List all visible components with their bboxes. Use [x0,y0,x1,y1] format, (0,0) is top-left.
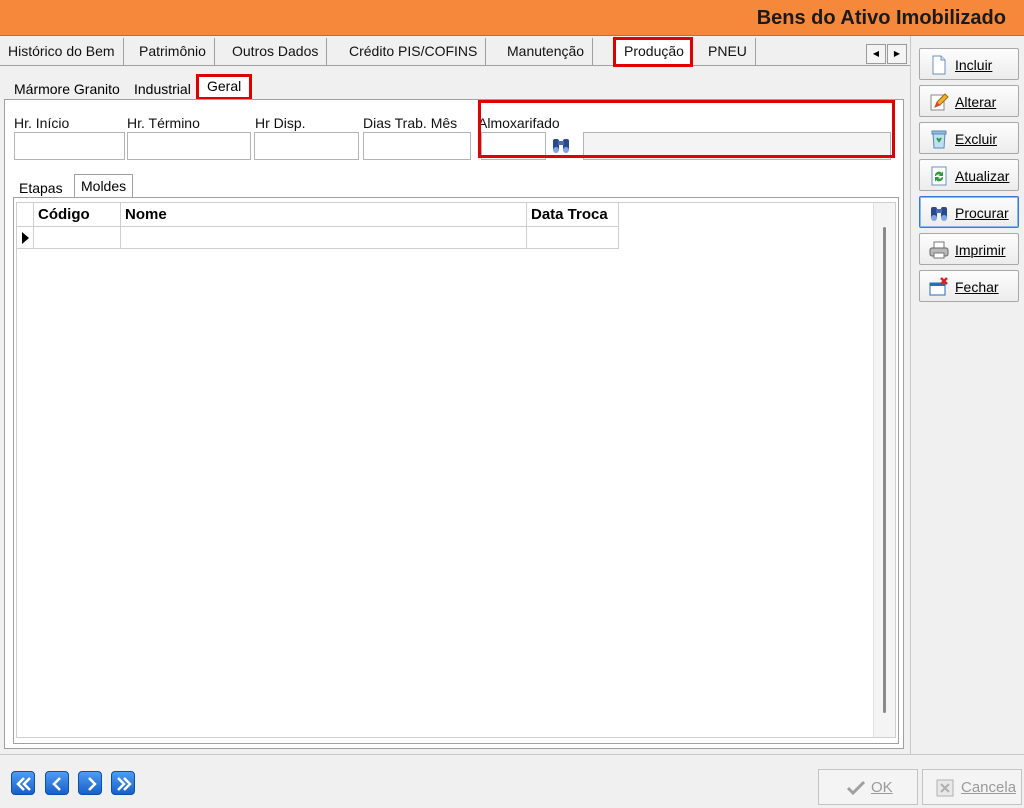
tab-industrial[interactable]: Industrial [128,78,197,100]
tab-moldes[interactable]: Moldes [74,174,134,198]
fechar-button[interactable]: Fechar [919,270,1019,302]
tab-manutencao[interactable]: Manutenção [499,38,594,66]
tab-etapas[interactable]: Etapas [13,177,69,198]
tab-geral[interactable]: Geral [196,74,253,100]
almoxarifado-highlight [478,100,895,158]
grid-scroll-thumb[interactable] [883,227,886,713]
imprimir-button[interactable]: Imprimir [919,233,1019,265]
cancel-icon [936,779,954,797]
geral-tab-strip: Etapas Moldes [13,174,893,198]
tab-historico-do-bem[interactable]: Histórico do Bem [0,38,124,66]
printer-icon [929,240,949,260]
incluir-button[interactable]: Incluir [919,48,1019,80]
moldes-grid[interactable]: Código Nome Data Troca [16,202,896,738]
new-document-icon [929,55,949,75]
grid-header-codigo[interactable]: Código [34,203,121,227]
excluir-button[interactable]: Excluir [919,122,1019,154]
fechar-label: Fechar [955,279,999,295]
ok-label: OK [871,779,893,796]
next-record-icon [88,777,97,791]
atualizar-button[interactable]: Atualizar [919,159,1019,191]
tab-credito-pis-cofins[interactable]: Crédito PIS/COFINS [341,38,487,66]
grid-header-data-troca[interactable]: Data Troca [527,203,619,227]
grid-vertical-scrollbar[interactable] [873,203,895,737]
footer-bar: OK Cancela [0,754,1024,808]
hr-termino-label: Hr. Término [127,115,200,131]
grid-indicator-header [17,203,34,227]
incluir-label: Incluir [955,57,993,73]
window-title: Bens do Ativo Imobilizado [756,7,1006,29]
tab-pneu[interactable]: PNEU [700,38,756,66]
cancel-button[interactable]: Cancela [922,769,1022,805]
next-record-button[interactable] [78,771,102,795]
row-indicator [17,227,34,249]
imprimir-label: Imprimir [955,242,1006,258]
tab-producao[interactable]: Produção [613,37,693,67]
hr-disp-label: Hr Disp. [255,115,306,131]
hr-inicio-label: Hr. Início [14,115,70,131]
alterar-label: Alterar [955,94,997,110]
last-record-button[interactable] [111,771,135,795]
main-tab-strip: Histórico do Bem Patrimônio Outros Dados… [0,36,910,67]
first-record-button[interactable] [11,771,35,795]
dias-trab-mes-input[interactable] [363,132,471,160]
previous-record-icon [52,777,61,791]
alterar-button[interactable]: Alterar [919,85,1019,117]
recycle-bin-icon [929,129,949,149]
cancel-label: Cancela [961,779,1017,796]
tab-outros-dados[interactable]: Outros Dados [224,38,328,66]
ok-button[interactable]: OK [818,769,918,805]
checkmark-icon [846,780,866,796]
edit-pencil-icon [929,92,949,112]
producao-tab-strip: Mármore Granito Industrial Geral [0,74,910,100]
tab-patrimonio[interactable]: Patrimônio [131,38,215,66]
first-record-icon [16,777,31,791]
dias-trab-mes-label: Dias Trab. Mês [363,115,458,131]
binoculars-icon [929,203,949,223]
main-area: Histórico do Bem Patrimônio Outros Dados… [0,36,910,754]
action-panel: Incluir Alterar Excluir Atualizar Procur… [910,36,1024,754]
tab-scroll-arrows: ◀ ▶ [866,44,908,64]
tab-scroll-left-icon[interactable]: ◀ [866,44,886,64]
previous-record-button[interactable] [45,771,69,795]
refresh-icon [929,166,949,186]
geral-panel: Hr. Início Hr. Término Hr Disp. Dias Tra… [4,99,904,749]
table-row-data-troca-cell[interactable] [527,227,619,249]
hr-disp-input[interactable] [254,132,359,160]
procurar-label: Procurar [955,205,1009,221]
procurar-button[interactable]: Procurar [919,196,1019,228]
close-window-icon [929,277,949,297]
last-record-icon [117,777,132,791]
table-row-nome-cell[interactable] [121,227,527,249]
hr-termino-input[interactable] [127,132,251,160]
hr-inicio-input[interactable] [14,132,125,160]
atualizar-label: Atualizar [955,168,1010,184]
grid-header-nome[interactable]: Nome [121,203,527,227]
table-row-codigo-cell[interactable] [34,227,121,249]
moldes-panel: Código Nome Data Troca [13,197,899,744]
excluir-label: Excluir [955,131,998,147]
tab-scroll-right-icon[interactable]: ▶ [887,44,907,64]
title-bar: Bens do Ativo Imobilizado [0,0,1024,36]
tab-marmore-granito[interactable]: Mármore Granito [8,78,126,100]
